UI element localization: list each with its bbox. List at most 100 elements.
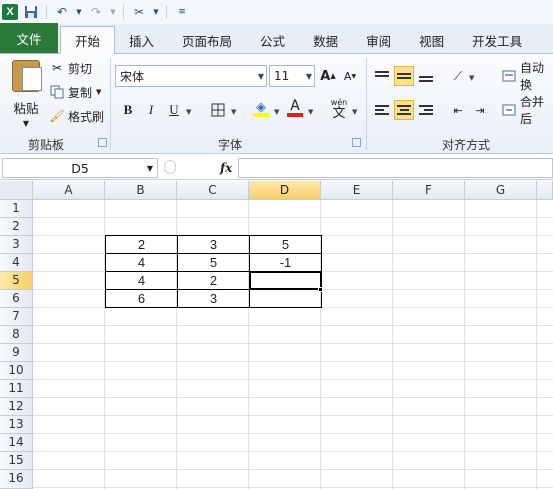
undo-icon[interactable]: ↶ bbox=[53, 3, 71, 21]
chevron-down-icon[interactable]: ▼ bbox=[258, 72, 264, 81]
row-header[interactable]: 1 bbox=[0, 200, 33, 218]
bold-button[interactable]: B bbox=[118, 100, 138, 120]
tab-insert[interactable]: 插入 bbox=[115, 27, 168, 53]
row-header[interactable]: 11 bbox=[0, 380, 33, 398]
undo-dropdown-icon[interactable]: ▼ bbox=[75, 3, 83, 21]
column-header-d[interactable]: D bbox=[249, 181, 321, 200]
chevron-down-icon[interactable]: ▼ bbox=[306, 72, 312, 81]
cell-b5[interactable]: 4 bbox=[106, 272, 178, 290]
redo-dropdown-icon[interactable]: ▼ bbox=[109, 3, 117, 21]
select-all-corner[interactable] bbox=[0, 181, 33, 200]
column-header-f[interactable]: F bbox=[393, 181, 465, 200]
row-header[interactable]: 9 bbox=[0, 344, 33, 362]
phonetic-dropdown-icon[interactable]: ▼ bbox=[352, 108, 357, 116]
align-middle-button[interactable] bbox=[394, 66, 414, 86]
tab-page-layout[interactable]: 页面布局 bbox=[168, 27, 246, 53]
redo-icon[interactable]: ↷ bbox=[87, 3, 105, 21]
column-header-a[interactable]: A bbox=[33, 181, 105, 200]
underline-dropdown-icon[interactable]: ▼ bbox=[186, 108, 191, 116]
tab-developer[interactable]: 开发工具 bbox=[458, 27, 536, 53]
name-box[interactable]: D5 ▼ bbox=[2, 158, 158, 178]
cell-c6[interactable]: 3 bbox=[178, 290, 250, 308]
row-header[interactable]: 10 bbox=[0, 362, 33, 380]
formula-input[interactable] bbox=[238, 158, 553, 178]
cell-c5[interactable]: 2 bbox=[178, 272, 250, 290]
row-header[interactable]: 8 bbox=[0, 326, 33, 344]
formula-resize-handle[interactable] bbox=[164, 160, 176, 174]
border-dropdown-icon[interactable]: ▼ bbox=[231, 108, 236, 116]
fill-handle[interactable] bbox=[318, 287, 323, 292]
column-header-g[interactable]: G bbox=[465, 181, 537, 200]
row-header[interactable]: 16 bbox=[0, 470, 33, 489]
fill-color-bar bbox=[253, 112, 269, 117]
align-left-button[interactable] bbox=[372, 100, 392, 120]
row-header[interactable]: 2 bbox=[0, 218, 33, 236]
align-top-button[interactable] bbox=[372, 66, 392, 86]
align-bottom-button[interactable] bbox=[416, 66, 436, 86]
row-header[interactable]: 13 bbox=[0, 416, 33, 434]
insert-function-icon[interactable]: fx bbox=[220, 161, 232, 175]
chevron-down-icon[interactable]: ▼ bbox=[147, 164, 153, 173]
cell-d6[interactable] bbox=[250, 290, 322, 308]
border-button[interactable] bbox=[208, 100, 228, 120]
grow-font-button[interactable]: A ▲ bbox=[318, 66, 338, 86]
paste-dropdown-icon[interactable]: ▼ bbox=[23, 119, 29, 128]
column-header-e[interactable]: E bbox=[321, 181, 393, 200]
customize-qat-icon[interactable]: ≡ bbox=[173, 3, 191, 21]
phonetic-button[interactable]: wén 文 bbox=[326, 96, 352, 122]
font-name-combo[interactable]: 宋体 ▼ bbox=[115, 65, 267, 87]
tab-view[interactable]: 视图 bbox=[405, 27, 458, 53]
tab-data[interactable]: 数据 bbox=[299, 27, 352, 53]
cell-b3[interactable]: 2 bbox=[106, 236, 178, 254]
decrease-indent-button[interactable]: ⇤ bbox=[448, 100, 468, 120]
cell-b4[interactable]: 4 bbox=[106, 254, 178, 272]
column-header-c[interactable]: C bbox=[177, 181, 249, 200]
copy-dropdown-icon[interactable]: ▼ bbox=[96, 88, 101, 96]
save-icon[interactable] bbox=[22, 3, 40, 21]
font-launcher-icon[interactable] bbox=[352, 138, 361, 147]
tab-formulas[interactable]: 公式 bbox=[246, 27, 299, 53]
increase-indent-button[interactable]: ⇥ bbox=[470, 100, 490, 120]
tools-dropdown-icon[interactable]: ▼ bbox=[152, 3, 160, 21]
align-center-button[interactable] bbox=[394, 100, 414, 120]
cell-b6[interactable]: 6 bbox=[106, 290, 178, 308]
paste-button[interactable]: 粘贴 ▼ bbox=[6, 58, 46, 130]
row-header[interactable]: 14 bbox=[0, 434, 33, 452]
font-color-dropdown-icon[interactable]: ▼ bbox=[308, 108, 313, 116]
align-right-button[interactable] bbox=[416, 100, 436, 120]
row-header[interactable]: 7 bbox=[0, 308, 33, 326]
orientation-dropdown-icon[interactable]: ▼ bbox=[469, 74, 474, 82]
active-cell-selection[interactable] bbox=[249, 271, 322, 290]
clipboard-launcher-icon[interactable] bbox=[98, 138, 107, 147]
column-header-h[interactable] bbox=[537, 181, 553, 200]
cell-c3[interactable]: 3 bbox=[178, 236, 250, 254]
row-header[interactable]: 15 bbox=[0, 452, 33, 470]
row-header[interactable]: 6 bbox=[0, 290, 33, 308]
merge-center-button[interactable]: 合并后 bbox=[502, 95, 553, 126]
italic-button[interactable]: I bbox=[141, 100, 161, 120]
cell-d3[interactable]: 5 bbox=[250, 236, 322, 254]
row-header[interactable]: 5 bbox=[0, 272, 33, 290]
copy-button[interactable]: 复制 ▼ bbox=[50, 82, 101, 102]
row-header[interactable]: 4 bbox=[0, 254, 33, 272]
font-color-button[interactable]: A bbox=[285, 98, 305, 118]
fill-color-dropdown-icon[interactable]: ▼ bbox=[274, 108, 279, 116]
formula-bar: D5 ▼ fx bbox=[0, 156, 553, 180]
row-header[interactable]: 12 bbox=[0, 398, 33, 416]
cell-d4[interactable]: -1 bbox=[250, 254, 322, 272]
font-size-combo[interactable]: 11 ▼ bbox=[269, 65, 315, 87]
tab-home[interactable]: 开始 bbox=[60, 26, 116, 54]
column-header-b[interactable]: B bbox=[105, 181, 177, 200]
wrap-text-button[interactable]: 自动换 bbox=[502, 61, 553, 92]
cell-c4[interactable]: 5 bbox=[178, 254, 250, 272]
cut-button[interactable]: ✂ 剪切 bbox=[50, 58, 92, 78]
fill-color-button[interactable]: ◈ bbox=[251, 98, 271, 118]
row-header[interactable]: 3 bbox=[0, 236, 33, 254]
tab-review[interactable]: 审阅 bbox=[352, 27, 405, 53]
format-painter-button[interactable]: 🖌 格式刷 bbox=[49, 106, 104, 126]
orientation-button[interactable]: ⟋ bbox=[448, 66, 468, 86]
shrink-font-button[interactable]: A ▼ bbox=[340, 66, 360, 86]
underline-button[interactable]: U bbox=[164, 100, 184, 120]
tools-icon[interactable]: ✂ bbox=[130, 3, 148, 21]
tab-file[interactable]: 文件 bbox=[0, 23, 58, 53]
